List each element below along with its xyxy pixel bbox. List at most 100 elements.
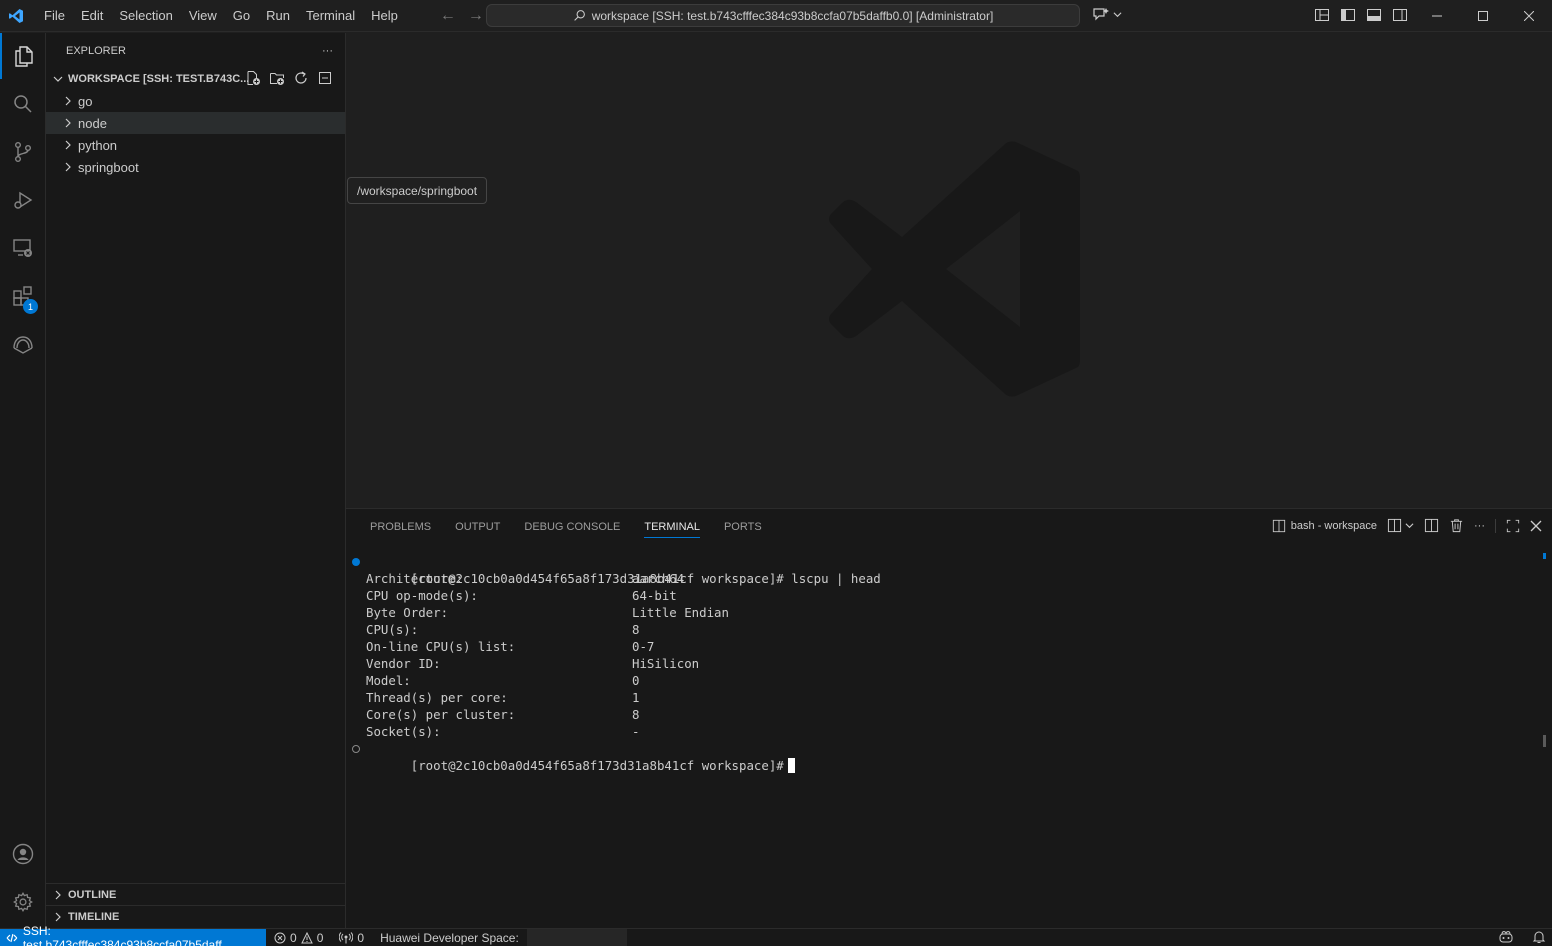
command-success-dot-icon <box>352 558 360 566</box>
run-debug-activity[interactable] <box>0 177 46 223</box>
folder-path-tooltip: /workspace/springboot <box>347 177 488 204</box>
row-key: Thread(s) per core: <box>366 690 508 705</box>
command-pending-dot-icon <box>352 745 360 753</box>
maximize-button[interactable] <box>1460 0 1506 32</box>
folder-node[interactable]: node <box>46 112 345 134</box>
chevron-right-icon <box>60 118 76 128</box>
new-folder-icon[interactable] <box>269 70 285 86</box>
timeline-label: TIMELINE <box>68 910 120 923</box>
menu-terminal[interactable]: Terminal <box>298 0 363 32</box>
tab-output[interactable]: OUTPUT <box>443 519 512 543</box>
bell-icon[interactable] <box>1532 930 1546 944</box>
huawei-cloud-activity[interactable] <box>0 321 46 367</box>
title-bar: File Edit Selection View Go Run Terminal… <box>0 0 1552 32</box>
menu-help[interactable]: Help <box>363 0 406 32</box>
tab-debug-console[interactable]: DEBUG CONSOLE <box>512 519 632 543</box>
row-key: Architecture: <box>366 571 463 586</box>
toggle-panel-icon[interactable] <box>1366 7 1382 23</box>
row-value: 0 <box>632 673 640 688</box>
terminal-row: CPU op-mode(s): 64-bit <box>366 587 881 604</box>
activity-bar: 1 <box>0 33 46 928</box>
outline-label: OUTLINE <box>68 888 117 901</box>
broadcast-icon <box>339 931 354 943</box>
gear-icon <box>13 892 33 912</box>
close-panel-icon[interactable] <box>1530 520 1542 532</box>
workspace-label: WORKSPACE [SSH: TEST.B743C... <box>68 73 250 85</box>
warning-count: 0 <box>316 930 324 945</box>
terminal-instance[interactable]: bash - workspace <box>1272 519 1377 533</box>
terminal-output[interactable]: [root@2c10cb0a0d454f65a8f173d31a8b41cf w… <box>352 553 881 773</box>
accounts-activity[interactable] <box>0 831 46 877</box>
row-value: - <box>632 724 640 739</box>
extensions-badge: 1 <box>23 299 38 314</box>
ports-count: 0 <box>357 930 365 945</box>
explorer-more-actions[interactable]: ··· <box>322 45 333 57</box>
terminal-name: bash - workspace <box>1290 519 1377 532</box>
extensions-activity[interactable]: 1 <box>0 273 46 319</box>
workspace-section-header[interactable]: WORKSPACE [SSH: TEST.B743C... <box>46 68 345 90</box>
folder-python[interactable]: python <box>46 134 345 156</box>
panel-more-actions[interactable]: ··· <box>1474 520 1485 532</box>
search-icon <box>573 10 585 21</box>
terminal-scrollbar-thumb[interactable] <box>1543 735 1546 747</box>
tab-ports[interactable]: PORTS <box>712 519 774 543</box>
problems-indicator[interactable]: 0 0 <box>266 931 331 945</box>
split-terminal-icon[interactable] <box>1424 518 1439 533</box>
developer-space-indicator[interactable]: Huawei Developer Space: <box>372 931 527 945</box>
developer-space-label: Huawei Developer Space: <box>380 930 519 945</box>
row-value: 8 <box>632 707 640 722</box>
row-key: Byte Order: <box>366 605 449 620</box>
manage-activity[interactable] <box>0 879 46 925</box>
error-count: 0 <box>290 930 297 945</box>
row-value: HiSilicon <box>632 656 700 671</box>
collapse-all-icon[interactable] <box>317 70 333 86</box>
folder-springboot[interactable]: springboot <box>46 156 345 178</box>
row-key: On-line CPU(s) list: <box>366 639 516 654</box>
new-file-icon[interactable] <box>245 70 261 86</box>
folder-label: go <box>78 93 93 109</box>
refresh-icon[interactable] <box>293 70 309 86</box>
menu-view[interactable]: View <box>181 0 225 32</box>
close-window-button[interactable] <box>1506 0 1552 32</box>
terminal-row: On-line CPU(s) list: 0-7 <box>366 638 881 655</box>
remote-explorer-activity[interactable] <box>0 225 46 271</box>
menu-selection[interactable]: Selection <box>111 0 180 32</box>
remote-label: SSH: test.b743cfffec384c93b8ccfa07b5daff… <box>22 923 232 946</box>
remote-indicator[interactable]: SSH: test.b743cfffec384c93b8ccfa07b5daff… <box>0 924 266 946</box>
menu-file[interactable]: File <box>36 0 73 32</box>
customize-layout-icon[interactable] <box>1314 7 1330 23</box>
copilot-icon[interactable] <box>1498 930 1514 944</box>
maximize-panel-icon[interactable] <box>1506 519 1520 533</box>
back-arrow-icon[interactable]: ← <box>440 7 456 25</box>
row-key: CPU op-mode(s): <box>366 588 478 603</box>
tab-problems[interactable]: PROBLEMS <box>358 519 443 543</box>
menu-go[interactable]: Go <box>225 0 258 32</box>
menu-run[interactable]: Run <box>258 0 298 32</box>
command-center[interactable]: workspace [SSH: test.b743cfffec384c93b8c… <box>486 4 1080 27</box>
copilot-button[interactable] <box>1092 6 1122 22</box>
outline-section[interactable]: OUTLINE <box>46 883 345 905</box>
trash-icon[interactable] <box>1449 518 1464 533</box>
explorer-activity[interactable] <box>0 33 46 79</box>
minimize-button[interactable] <box>1414 0 1460 32</box>
toggle-primary-sidebar-icon[interactable] <box>1340 7 1356 23</box>
tab-terminal[interactable]: TERMINAL <box>632 519 712 543</box>
remote-icon <box>6 933 18 942</box>
toggle-secondary-sidebar-icon[interactable] <box>1392 7 1408 23</box>
terminal-command-line: [root@2c10cb0a0d454f65a8f173d31a8b41cf w… <box>352 553 881 586</box>
status-bar: SSH: test.b743cfffec384c93b8ccfa07b5daff… <box>0 924 1552 946</box>
forward-arrow-icon[interactable]: → <box>468 7 484 25</box>
folder-go[interactable]: go <box>46 90 345 112</box>
error-icon <box>274 932 286 943</box>
new-terminal-button[interactable] <box>1387 518 1414 533</box>
folder-label: python <box>78 137 118 153</box>
row-key: CPU(s): <box>366 622 419 637</box>
terminal-row: Byte Order: Little Endian <box>366 604 881 621</box>
chevron-right-icon <box>60 140 76 150</box>
vscode-logo-icon <box>0 0 32 32</box>
search-activity[interactable] <box>0 81 46 127</box>
source-control-activity[interactable] <box>0 129 46 175</box>
ports-indicator[interactable]: 0 <box>331 931 372 945</box>
tab-label: DEBUG CONSOLE <box>524 521 621 533</box>
menu-edit[interactable]: Edit <box>73 0 111 32</box>
